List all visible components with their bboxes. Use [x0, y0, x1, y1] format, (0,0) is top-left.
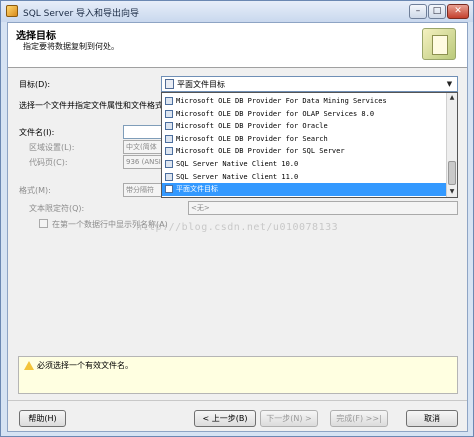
- dropdown-item[interactable]: 平面文件目标: [162, 183, 447, 196]
- footer-divider: [8, 400, 467, 401]
- dropdown-item-label: Microsoft OLE DB Provider for Oracle: [176, 122, 328, 131]
- destination-select[interactable]: 平面文件目标 ▼: [161, 76, 458, 92]
- provider-icon: [165, 185, 173, 194]
- dropdown-item-label: Microsoft OLE DB Provider For Data Minin…: [176, 97, 387, 105]
- scroll-down-icon[interactable]: ▼: [447, 187, 457, 197]
- finish-button[interactable]: 完成(F) >>|: [330, 410, 388, 427]
- watermark-text: http://blog.csdn.net/u010078133: [136, 222, 339, 233]
- qualifier-input[interactable]: <无>: [188, 201, 458, 215]
- dropdown-item[interactable]: SQL Server Native Client 10.0: [162, 158, 447, 171]
- dropdown-scrollbar[interactable]: ▲ ▼: [446, 93, 457, 197]
- maximize-button[interactable]: □: [428, 4, 446, 19]
- page-title: 选择目标: [16, 31, 56, 42]
- provider-icon: [165, 97, 173, 105]
- destination-label: 目标(D):: [19, 80, 51, 89]
- warning-icon: [24, 361, 34, 370]
- provider-icon: [165, 109, 173, 118]
- next-button[interactable]: 下一步(N) >: [260, 410, 318, 427]
- wizard-client: 选择目标 指定要将数据复制到何处。 目标(D): 平面文件目标 ▼ 选择一个文件…: [7, 22, 468, 432]
- message-box: 必须选择一个有效文件名。: [18, 356, 458, 394]
- dropdown-item[interactable]: Microsoft OLE DB Provider for SQL Server: [162, 145, 447, 158]
- wizard-banner-icon: [422, 28, 456, 60]
- chevron-down-icon[interactable]: ▼: [443, 78, 456, 90]
- dropdown-item-label: Microsoft OLE DB Provider for Search: [176, 134, 328, 143]
- flat-file-icon: [165, 79, 174, 89]
- dropdown-item-label: SQL Server Native Client 11.0: [176, 172, 299, 181]
- dropdown-item-label: Microsoft OLE DB Provider for OLAP Servi…: [176, 109, 375, 118]
- dropdown-item[interactable]: Microsoft OLE DB Provider for Oracle: [162, 120, 447, 133]
- help-button[interactable]: 帮助(H): [19, 410, 66, 427]
- title-bar: SQL Server 导入和导出向导 – □ ✕: [1, 1, 473, 22]
- destination-selected: 平面文件目标: [177, 80, 225, 89]
- locale-select[interactable]: 中文(简体: [123, 140, 163, 154]
- wizard-window: SQL Server 导入和导出向导 – □ ✕ 选择目标 指定要将数据复制到何…: [0, 0, 474, 437]
- dropdown-item[interactable]: Microsoft OLE DB Provider For Data Minin…: [162, 95, 447, 108]
- dropdown-item[interactable]: SQL Server Native Client 11.0: [162, 171, 447, 184]
- scroll-up-icon[interactable]: ▲: [447, 93, 457, 103]
- provider-icon: [165, 147, 173, 156]
- destination-dropdown-list[interactable]: Microsoft OLE DB Provider For Data Minin…: [161, 92, 458, 198]
- provider-icon: [165, 172, 173, 181]
- codepage-select[interactable]: 936 (ANSI: [123, 155, 163, 169]
- cancel-button[interactable]: 取消: [406, 410, 458, 427]
- dropdown-item[interactable]: Microsoft OLE DB Provider for Search: [162, 133, 447, 146]
- header-row-checkbox[interactable]: [39, 219, 48, 228]
- message-text: 必须选择一个有效文件名。: [37, 361, 133, 370]
- back-button[interactable]: < 上一步(B): [194, 410, 256, 427]
- filename-input[interactable]: [123, 125, 163, 139]
- dropdown-item-label: 平面文件目标: [176, 185, 218, 194]
- window-title: SQL Server 导入和导出向导: [23, 9, 140, 19]
- wizard-header: 选择目标 指定要将数据复制到何处。: [8, 23, 467, 67]
- provider-icon: [165, 134, 173, 143]
- dropdown-item-label: Microsoft OLE DB Provider for SQL Server: [176, 147, 345, 156]
- locale-label: 区域设置(L):: [29, 143, 75, 152]
- codepage-label: 代码页(C):: [29, 158, 68, 167]
- dropdown-item-label: SQL Server Native Client 10.0: [176, 160, 299, 168]
- minimize-button[interactable]: –: [409, 4, 427, 19]
- header-divider: [8, 67, 467, 68]
- dropdown-item[interactable]: Microsoft OLE DB Provider for OLAP Servi…: [162, 108, 447, 121]
- app-icon: [6, 5, 18, 17]
- scroll-thumb[interactable]: [448, 161, 456, 185]
- provider-icon: [165, 160, 173, 168]
- instruction-text: 选择一个文件并指定文件属性和文件格式: [19, 101, 163, 110]
- close-button[interactable]: ✕: [447, 4, 469, 19]
- provider-icon: [165, 122, 173, 131]
- format-label: 格式(M):: [19, 186, 51, 195]
- filename-label: 文件名(I):: [19, 128, 55, 137]
- format-select[interactable]: 带分隔符: [123, 183, 163, 197]
- qualifier-label: 文本限定符(Q):: [29, 204, 85, 213]
- page-subtitle: 指定要将数据复制到何处。: [23, 42, 119, 51]
